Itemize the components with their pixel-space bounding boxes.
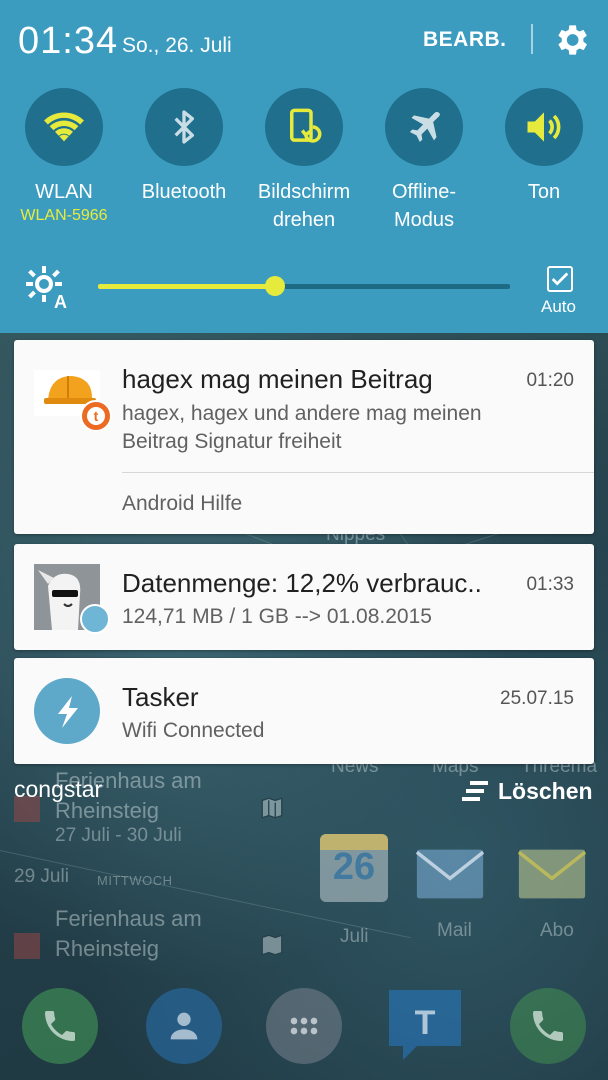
calendar-day-number: 26 <box>332 846 376 888</box>
tasker-bolt-icon <box>34 678 100 744</box>
header-divider <box>531 24 533 54</box>
toggle-wlan-label: WLAN <box>35 181 93 203</box>
bluetooth-icon <box>174 110 194 144</box>
notification-time: 25.07.15 <box>500 688 574 709</box>
notification-divider <box>122 472 594 473</box>
status-date: So., 26. Juli <box>122 34 232 57</box>
auto-brightness-checkbox[interactable] <box>547 266 573 292</box>
messaging-app-icon[interactable]: T <box>387 988 463 1064</box>
notification-text: hagex, hagex und andere mag meinen Beitr… <box>122 402 482 453</box>
map-icon[interactable] <box>259 795 285 821</box>
toggle-wlan[interactable]: WLAN WLAN-5966 <box>4 88 124 226</box>
toggle-sound[interactable]: Ton <box>484 88 604 206</box>
notification-tapatalk[interactable]: t hagex mag meinen Beitrag 01:20 hagex, … <box>14 340 594 534</box>
data-usage-badge-icon <box>80 604 110 634</box>
brightness-slider-thumb[interactable] <box>265 276 286 296</box>
edit-button[interactable]: BEARB. <box>423 28 507 52</box>
auto-brightness-label: Auto <box>541 297 576 316</box>
toggle-airplane-mode-circle[interactable] <box>385 88 463 166</box>
mail-app-icon[interactable] <box>518 840 586 908</box>
clear-all-label: Löschen <box>498 777 593 804</box>
app-label: Abo <box>540 920 574 941</box>
app-label: Juli <box>340 926 369 947</box>
gear-icon[interactable] <box>551 20 591 60</box>
calendar-event-title[interactable]: Ferienhaus am Rheinsteig <box>55 904 202 964</box>
svg-text:A: A <box>54 292 67 310</box>
apps-drawer-icon[interactable] <box>266 988 342 1064</box>
notification-data-usage[interactable]: Datenmenge: 12,2% verbrauc.. 01:33 124,7… <box>14 544 594 650</box>
toggle-wlan-circle[interactable] <box>25 88 103 166</box>
notification-tasker[interactable]: Tasker 25.07.15 Wifi Connected <box>14 658 594 764</box>
toggle-wlan-network: WLAN-5966 <box>20 207 108 224</box>
contacts-app-icon[interactable] <box>146 988 222 1064</box>
toggle-bluetooth[interactable]: Bluetooth <box>124 88 244 206</box>
screen-rotate-icon <box>290 108 322 143</box>
tapatalk-badge-icon: t <box>80 400 112 432</box>
calendar-day-label: 29 Juli <box>14 866 69 887</box>
clear-all-icon <box>462 781 488 801</box>
clear-all-button[interactable]: Löschen <box>460 776 593 806</box>
wifi-icon <box>44 112 84 142</box>
toggle-bluetooth-circle[interactable] <box>145 88 223 166</box>
svg-text:t: t <box>94 408 99 424</box>
mail-app-icon[interactable] <box>416 840 484 908</box>
status-clock: 01:34 <box>18 20 119 62</box>
sound-icon <box>527 112 561 142</box>
notification-title: Tasker <box>122 682 199 712</box>
calendar-weekday-label: MITTWOCH <box>97 873 173 888</box>
toggle-bluetooth-label: Bluetooth <box>141 181 227 203</box>
notification-title: hagex mag meinen Beitrag <box>122 364 433 394</box>
notification-text: 124,71 MB / 1 GB --> 01.08.2015 <box>122 605 432 628</box>
notification-text: Wifi Connected <box>122 719 265 742</box>
toggle-airplane-mode-label: Offline- Modus <box>391 181 457 231</box>
auto-brightness-icon[interactable]: A <box>24 264 72 310</box>
toggle-screen-rotate-circle[interactable] <box>265 88 343 166</box>
quick-settings-panel: 01:34 So., 26. Juli BEARB. WLAN WLAN-596… <box>0 0 608 333</box>
toggle-sound-circle[interactable] <box>505 88 583 166</box>
map-icon[interactable] <box>259 932 285 958</box>
brightness-slider-fill <box>98 284 276 289</box>
notification-time: 01:33 <box>526 574 574 595</box>
svg-text:T: T <box>415 1004 436 1042</box>
notification-footer[interactable]: Android Hilfe <box>122 490 242 518</box>
phone-app-icon[interactable] <box>22 988 98 1064</box>
app-label: Mail <box>437 920 472 941</box>
carrier-label: congstar <box>14 776 103 802</box>
checkmark-icon <box>551 272 569 286</box>
toggle-screen-rotate-label: Bildschirm drehen <box>257 181 351 231</box>
toggle-airplane-mode[interactable]: Offline- Modus <box>364 88 484 234</box>
calendar-event-dates: 27 Juli - 30 Juli <box>55 825 182 846</box>
toggle-screen-rotate[interactable]: Bildschirm drehen <box>244 88 364 234</box>
airplane-icon <box>409 111 440 142</box>
calendar-app-icon[interactable]: 26 <box>320 834 388 902</box>
whatsapp-app-icon[interactable] <box>510 988 586 1064</box>
notification-time: 01:20 <box>526 370 574 391</box>
toggle-sound-label: Ton <box>527 181 561 203</box>
calendar-event-color <box>14 933 40 959</box>
notification-title: Datenmenge: 12,2% verbrauc.. <box>122 568 482 598</box>
